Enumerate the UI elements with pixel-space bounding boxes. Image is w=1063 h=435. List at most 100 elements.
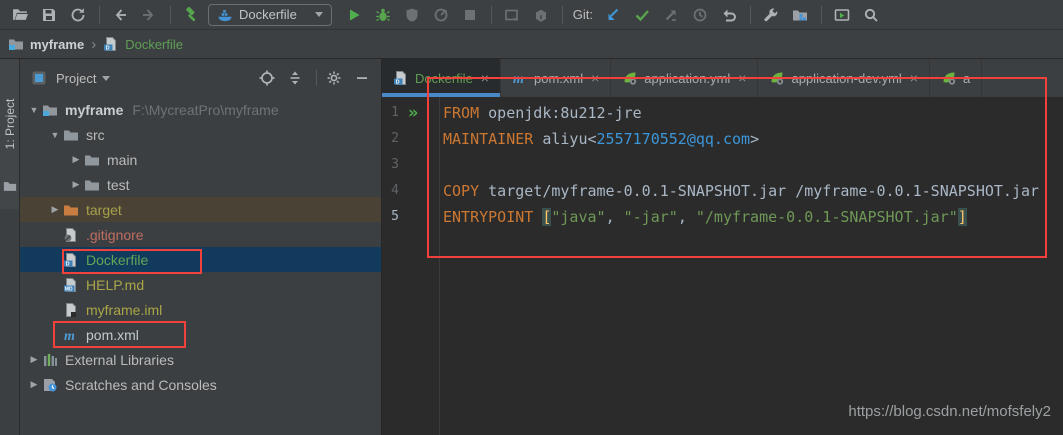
- code-line: FROM openjdk:8u212-jre: [443, 100, 1063, 126]
- debug-icon[interactable]: [371, 3, 395, 27]
- watermark-text: https://blog.csdn.net/mofsfely2: [848, 399, 1051, 425]
- git-label: Git:: [573, 7, 593, 22]
- toolbar-separator: [99, 6, 100, 24]
- tab-application-dev-yml[interactable]: application-dev.yml ×: [758, 59, 930, 97]
- chevron-collapsed-icon[interactable]: ▶: [47, 204, 63, 215]
- code-line: MAINTAINER aliyu<2557170552@qq.com>: [443, 126, 1063, 152]
- chevron-collapsed-icon[interactable]: ▶: [26, 354, 42, 365]
- code-line: COPY target/myframe-0.0.1-SNAPSHOT.jar /…: [443, 178, 1063, 204]
- tree-item-label: HELP.md: [86, 277, 144, 293]
- back-icon[interactable]: [108, 3, 132, 27]
- code-token: MAINTAINER: [443, 130, 542, 148]
- git-update-icon[interactable]: [601, 3, 625, 27]
- markdown-file-icon: MD: [63, 277, 81, 293]
- chevron-down-icon[interactable]: [102, 76, 110, 81]
- spring-yml-icon: [769, 70, 785, 86]
- tree-item-label: src: [86, 127, 105, 143]
- close-icon[interactable]: ×: [738, 70, 746, 86]
- tool-window-stripe: 1: Project: [0, 59, 20, 435]
- run-configuration-select[interactable]: Dockerfile: [208, 4, 332, 26]
- tab-label: application-dev.yml: [791, 71, 901, 86]
- code-token: ENTRYPOINT: [443, 208, 542, 226]
- line-number: 1: [385, 100, 399, 126]
- git-commit-icon[interactable]: [630, 3, 654, 27]
- code-line: [443, 152, 1063, 178]
- tree-item-label: main: [107, 152, 137, 168]
- project-stripe-label: 1: Project: [3, 99, 17, 150]
- chevron-collapsed-icon[interactable]: ▶: [26, 379, 42, 390]
- project-panel-title[interactable]: Project: [56, 71, 96, 86]
- stop-icon: [458, 3, 482, 27]
- close-icon[interactable]: ×: [481, 70, 489, 86]
- tree-item-label: pom.xml: [86, 327, 139, 343]
- tree-item-label: .gitignore: [86, 227, 144, 243]
- close-icon[interactable]: ×: [910, 70, 918, 86]
- main-toolbar: Dockerfile Git:: [0, 0, 1063, 30]
- docker-file-icon: D: [63, 252, 81, 268]
- code-token: "-jar": [624, 208, 678, 226]
- tree-item-scratches-and-consoles[interactable]: ▶Scratches and Consoles: [20, 372, 381, 397]
- tree-item-pom-xml[interactable]: mpom.xml: [20, 322, 381, 347]
- code-token: 2557170552@qq.com: [597, 130, 751, 148]
- gutter-line: 5: [382, 204, 439, 230]
- project-stripe-button[interactable]: 1: Project: [0, 59, 19, 209]
- gitignore-file-icon: [63, 227, 81, 243]
- chevron-collapsed-icon[interactable]: ▶: [68, 179, 84, 190]
- run-icon[interactable]: [342, 3, 366, 27]
- tab-pom-xml[interactable]: m pom.xml ×: [501, 59, 611, 97]
- build-hammer-icon[interactable]: [179, 3, 203, 27]
- tab-label: pom.xml: [534, 71, 583, 86]
- tab-a[interactable]: a: [930, 59, 982, 97]
- toolbar-separator: [491, 6, 492, 24]
- tab-application-yml[interactable]: application.yml×: [611, 59, 758, 97]
- sync-icon[interactable]: [66, 3, 90, 27]
- tab-dockerfile[interactable]: D Dockerfile ×: [382, 59, 501, 97]
- tree-item-help-md[interactable]: MD HELP.md: [20, 272, 381, 297]
- code-token: ,: [606, 208, 624, 226]
- tree-item-external-libraries[interactable]: ▶External Libraries: [20, 347, 381, 372]
- tree-item--gitignore[interactable]: .gitignore: [20, 222, 381, 247]
- tree-item-label: target: [86, 202, 122, 218]
- docker-file-icon: D: [393, 70, 409, 86]
- chevron-collapsed-icon[interactable]: ▶: [68, 154, 84, 165]
- run-line-icon[interactable]: »: [408, 105, 414, 122]
- toolbar-separator: [562, 6, 563, 24]
- hide-panel-icon[interactable]: [351, 67, 373, 89]
- gear-icon[interactable]: [323, 67, 345, 89]
- rollback-icon[interactable]: [717, 3, 741, 27]
- editor[interactable]: 1»2345 FROM openjdk:8u212-jreMAINTAINER …: [382, 97, 1063, 435]
- tree-item-label: myframe.iml: [86, 302, 162, 318]
- project-tree: ▼myframeF:\MycreatPro\myframe▼src▶main▶t…: [20, 97, 381, 397]
- package-icon: [529, 3, 553, 27]
- project-structure-icon[interactable]: [788, 3, 812, 27]
- gutter-line: 1»: [382, 100, 439, 126]
- breadcrumb-file[interactable]: Dockerfile: [125, 37, 183, 52]
- line-number: 4: [385, 178, 399, 204]
- search-everywhere-icon[interactable]: [859, 3, 883, 27]
- svg-text:m: m: [513, 72, 524, 86]
- tree-item-src[interactable]: ▼ src: [20, 122, 381, 147]
- code-content[interactable]: FROM openjdk:8u212-jreMAINTAINER aliyu<2…: [382, 97, 1063, 230]
- spring-yml-icon: [941, 70, 957, 86]
- save-all-icon[interactable]: [37, 3, 61, 27]
- tab-label: a: [963, 71, 970, 86]
- close-icon[interactable]: ×: [591, 70, 599, 86]
- breadcrumb-project[interactable]: myframe: [30, 37, 84, 52]
- tree-item-myframe-iml[interactable]: myframe.iml: [20, 297, 381, 322]
- open-project-icon[interactable]: [8, 3, 32, 27]
- collapse-all-icon[interactable]: [284, 67, 306, 89]
- tab-label: Dockerfile: [415, 71, 473, 86]
- ide-window: Dockerfile Git: myframe › D Dockerfile 1…: [0, 0, 1063, 435]
- tree-item-target[interactable]: ▶ target: [20, 197, 381, 222]
- locate-icon[interactable]: [256, 67, 278, 89]
- tree-item-main[interactable]: ▶ main: [20, 147, 381, 172]
- code-token: openjdk:8u212-jre: [488, 104, 642, 122]
- tree-item-dockerfile[interactable]: DDockerfile: [20, 247, 381, 272]
- run-anything-icon[interactable]: [830, 3, 854, 27]
- chevron-expanded-icon[interactable]: ▼: [26, 105, 42, 115]
- chevron-expanded-icon[interactable]: ▼: [47, 130, 63, 140]
- tree-item-test[interactable]: ▶test: [20, 172, 381, 197]
- tree-item-myframe[interactable]: ▼myframeF:\MycreatPro\myframe: [20, 97, 381, 122]
- settings-wrench-icon[interactable]: [759, 3, 783, 27]
- code-token: >: [750, 130, 759, 148]
